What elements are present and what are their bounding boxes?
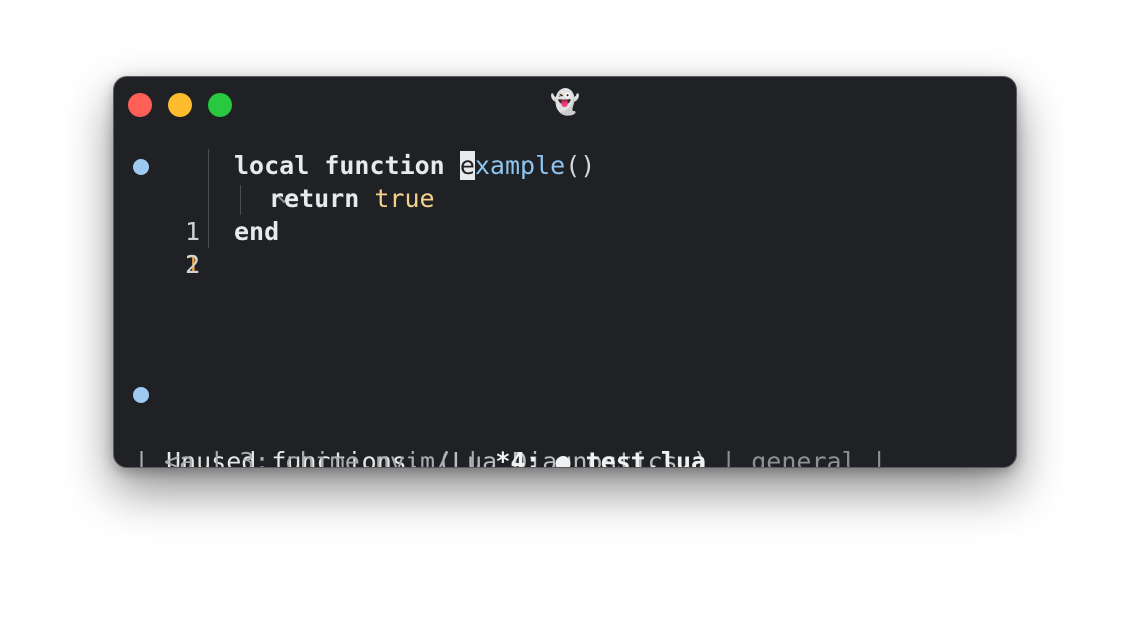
gutter-separator [208, 182, 209, 215]
diagnostic-message: Unused functions. (Lua Diagnostics.) [114, 377, 1016, 467]
tab-3-filename: test.lua [585, 447, 707, 468]
diagnostic-severity-icon [133, 387, 149, 403]
indent-guide [240, 185, 241, 215]
gutter-separator [208, 215, 209, 248]
code-text: return true [234, 182, 435, 215]
tab-separator: | [465, 447, 481, 468]
tab-separator: | [871, 447, 887, 468]
code-line[interactable]: 1 return true [114, 182, 1016, 246]
code-text: local function example() [234, 149, 595, 182]
tab-2[interactable]: 3: chime.nvim/ [239, 447, 450, 467]
keyword-function: function [324, 151, 445, 180]
tab-list: | <a | 3: chime.nvim/ | *4: ● test.lua |… [134, 445, 887, 468]
fold-chevron-down-icon[interactable] [154, 149, 293, 204]
keyword-return: return [269, 184, 360, 213]
keyword-local: local [234, 151, 310, 180]
tab-1[interactable]: <a [164, 447, 194, 467]
tab-3-active[interactable]: *4: ● test.lua [495, 447, 707, 468]
ghost-icon: 👻 [550, 88, 580, 116]
boolean-literal: true [374, 184, 435, 213]
code-line[interactable]: 1 local function example() [114, 149, 1016, 279]
terminal-window: 👻 1 local function example() 1 return tr… [113, 76, 1017, 468]
tab-3-prefix: *4: ● [495, 447, 586, 468]
tab-separator: | [209, 447, 225, 468]
tab-separator: | [134, 447, 150, 468]
tabline: | <a | 3: chime.nvim/ | *4: ● test.lua |… [114, 411, 1016, 467]
parentheses: () [565, 151, 596, 180]
gutter-separator [208, 149, 209, 182]
text-cursor: e [459, 151, 475, 180]
function-name: xample [474, 151, 566, 180]
tab-separator: | [721, 447, 737, 468]
code-text: end [234, 215, 279, 248]
code-line[interactable]: 2 end [114, 215, 1016, 279]
diagnostic-sign-icon [133, 159, 149, 175]
line-number: 2 [184, 250, 200, 279]
keyword-end: end [234, 217, 280, 246]
tab-4[interactable]: general [751, 447, 856, 467]
title-bar[interactable]: 👻 [114, 77, 1016, 133]
